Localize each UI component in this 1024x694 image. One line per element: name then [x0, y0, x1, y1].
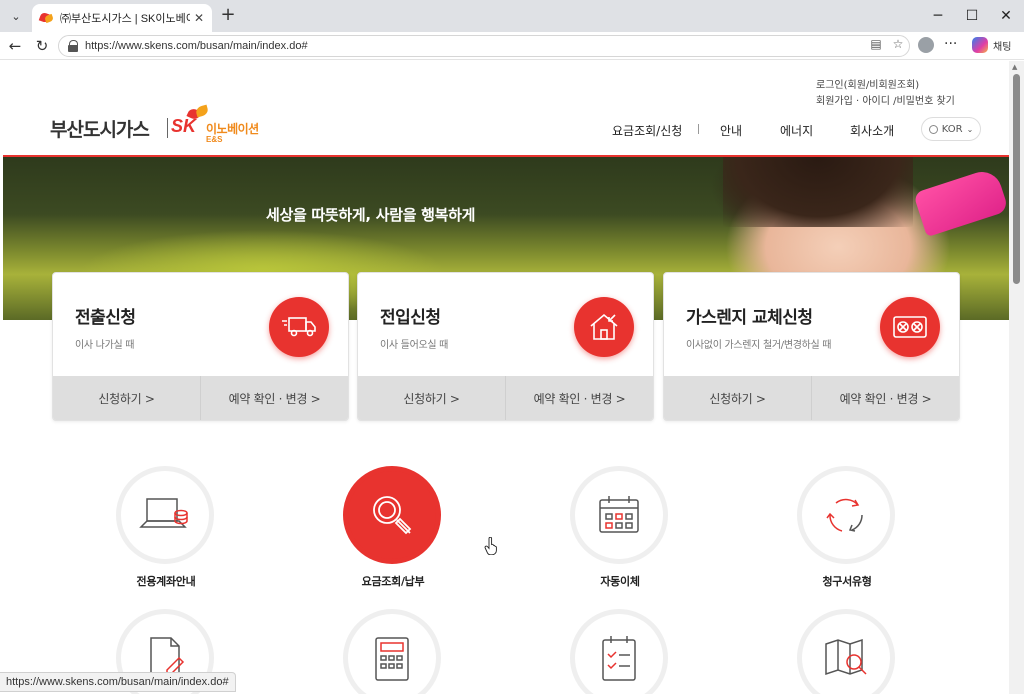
quickmenu-account-label[interactable]: 전용계좌안내	[86, 573, 246, 589]
quickmenu-autopay[interactable]	[570, 466, 668, 564]
gas-stove-icon	[880, 297, 940, 357]
nav-energy[interactable]: 에너지	[780, 122, 813, 139]
more-menu-icon[interactable]: ···	[944, 36, 957, 52]
login-link[interactable]: 로그인(회원/비회원조회)	[816, 76, 919, 91]
browser-toolbar: ← ↻ https://www.skens.com/busan/main/ind…	[0, 32, 1024, 60]
card-title: 전출신청	[75, 308, 136, 328]
reserve-check-button[interactable]: 예약 확인 · 변경 >	[200, 376, 348, 420]
card-gas-range: 가스렌지 교체신청 이사없이 가스렌지 철거/변경하실 때 신청하기 > 예약 …	[663, 272, 960, 421]
magnifier-icon	[373, 496, 412, 535]
globe-icon	[928, 124, 938, 134]
map-search-icon	[825, 638, 867, 676]
back-button[interactable]: ←	[4, 35, 26, 57]
quickmenu-billing-label[interactable]: 요금조회/납부	[313, 573, 473, 589]
scroll-up-icon[interactable]: ▲	[1012, 63, 1017, 71]
logo-es: E&S	[206, 135, 223, 144]
house-arrow-icon	[574, 297, 634, 357]
browser-tab[interactable]: ㈜부산도시가스 | SK이노베이션 E&S ✕	[32, 4, 212, 32]
web-page: 부산도시가스 SK 이노베이션 E&S 로그인(회원/비회원조회) 회원가입 ·…	[0, 61, 1009, 694]
reserve-check-button[interactable]: 예약 확인 · 변경 >	[505, 376, 653, 420]
url-text: https://www.skens.com/busan/main/index.d…	[85, 40, 308, 52]
tab-list-button[interactable]: ⌄	[4, 5, 28, 27]
reader-mode-icon[interactable]: ▤	[868, 36, 884, 52]
card-actions: 신청하기 > 예약 확인 · 변경 >	[664, 376, 959, 420]
link-status-bar: https://www.skens.com/busan/main/index.d…	[0, 672, 236, 692]
browser-tab-bar: ⌄ ㈜부산도시가스 | SK이노베이션 E&S ✕ + ─ ☐ ✕	[0, 0, 1024, 32]
address-bar[interactable]: https://www.skens.com/busan/main/index.d…	[58, 35, 910, 57]
hero-photo-hair	[723, 157, 913, 227]
language-label: KOR	[941, 123, 963, 135]
moving-truck-icon	[269, 297, 329, 357]
calculator-icon	[375, 637, 409, 681]
quickmenu-map-search[interactable]	[797, 609, 895, 694]
sk-favicon-icon	[40, 13, 54, 23]
hero-title: 세상을 따뜻하게, 사람을 행복하게	[266, 206, 476, 224]
apply-button[interactable]: 신청하기 >	[664, 376, 811, 420]
language-selector[interactable]: KOR ⌄	[921, 117, 981, 141]
quickmenu-bill-type[interactable]	[797, 466, 895, 564]
card-actions: 신청하기 > 예약 확인 · 변경 >	[358, 376, 653, 420]
scrollbar-thumb[interactable]	[1013, 74, 1020, 284]
nav-guide[interactable]: 안내	[720, 122, 742, 139]
profile-avatar[interactable]	[918, 37, 934, 53]
maximize-button[interactable]: ☐	[954, 4, 990, 28]
copilot-icon[interactable]	[972, 37, 988, 53]
logo-divider	[167, 118, 168, 138]
quickmenu-autopay-label[interactable]: 자동이체	[540, 573, 700, 589]
nav-company[interactable]: 회사소개	[850, 122, 894, 139]
laptop-coins-icon	[139, 498, 188, 528]
apply-button[interactable]: 신청하기 >	[53, 376, 200, 420]
page-scrollbar[interactable]: ▲	[1009, 61, 1024, 694]
card-title: 가스렌지 교체신청	[686, 308, 813, 328]
card-move-out: 전출신청 이사 나가실 때 신청하기 > 예약 확인 · 변경 >	[52, 272, 349, 421]
nav-billing[interactable]: 요금조회/신청	[612, 122, 682, 139]
checklist-icon	[602, 636, 636, 681]
quickmenu-calculator[interactable]	[343, 609, 441, 694]
new-tab-button[interactable]: +	[218, 6, 238, 26]
favorite-star-icon[interactable]: ☆	[890, 36, 906, 52]
close-window-button[interactable]: ✕	[988, 4, 1024, 28]
minimize-button[interactable]: ─	[920, 4, 956, 28]
lock-icon	[67, 40, 79, 52]
tab-title: ㈜부산도시가스 | SK이노베이션 E&S	[60, 13, 190, 25]
logo-company-name: 부산도시가스	[50, 119, 150, 141]
hero-photo-cup	[912, 166, 1009, 238]
quickmenu-billing[interactable]	[343, 466, 441, 564]
tab-close-icon[interactable]: ✕	[194, 11, 204, 25]
hand-cursor-icon	[484, 537, 497, 555]
reload-button[interactable]: ↻	[31, 35, 53, 57]
calendar-icon	[599, 496, 639, 533]
card-desc: 이사 나가실 때	[75, 340, 135, 351]
chat-button[interactable]: 채팅	[993, 38, 1011, 53]
quickmenu-checklist[interactable]	[570, 609, 668, 694]
reserve-check-button[interactable]: 예약 확인 · 변경 >	[811, 376, 959, 420]
join-find-links[interactable]: 회원가입 · 아이디 /비밀번호 찾기	[816, 92, 955, 107]
card-move-in: 전입신청 이사 들어오실 때 신청하기 > 예약 확인 · 변경 >	[357, 272, 654, 421]
quickmenu-bill-type-label[interactable]: 청구서유형	[767, 573, 927, 589]
quickmenu-account[interactable]	[116, 466, 214, 564]
recycle-arrows-icon	[826, 498, 863, 532]
card-desc: 이사없이 가스렌지 철거/변경하실 때	[686, 340, 832, 351]
site-logo[interactable]: 부산도시가스 SK 이노베이션 E&S	[50, 112, 280, 146]
chevron-down-icon: ⌄	[966, 124, 974, 134]
card-desc: 이사 들어오실 때	[380, 340, 449, 351]
apply-button[interactable]: 신청하기 >	[358, 376, 505, 420]
card-actions: 신청하기 > 예약 확인 · 변경 >	[53, 376, 348, 420]
nav-divider	[698, 124, 699, 134]
card-title: 전입신청	[380, 308, 441, 328]
